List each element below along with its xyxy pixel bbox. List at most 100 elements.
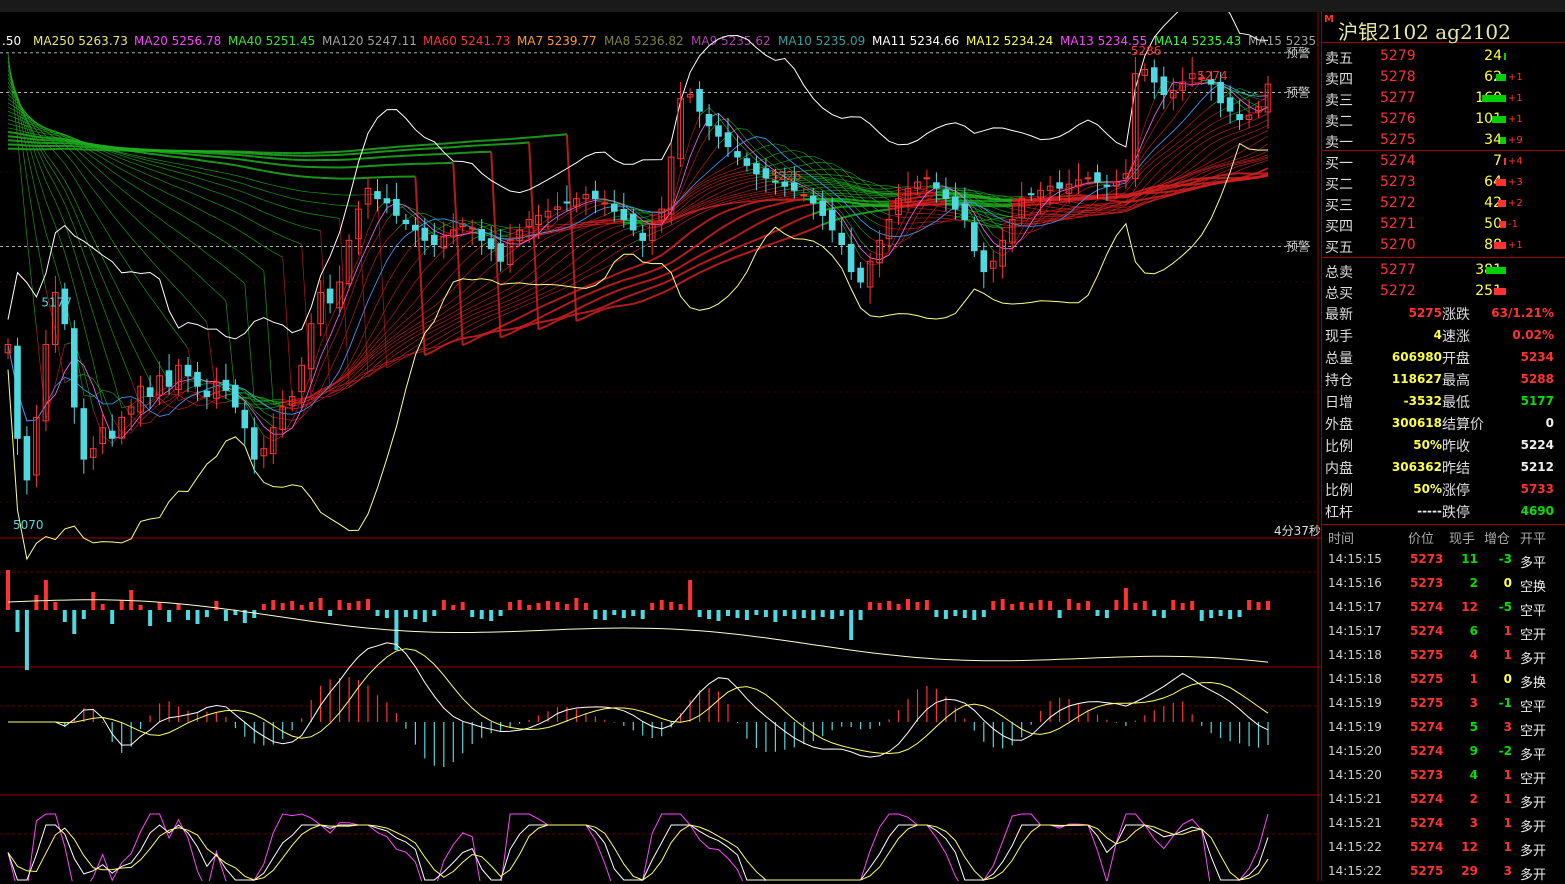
trade-row[interactable]: 14:15:20527341空开 — [1322, 764, 1565, 788]
candle-body — [792, 183, 798, 191]
candle-body — [716, 126, 722, 136]
trade-row[interactable]: 14:15:225275293多开 — [1322, 860, 1565, 884]
book-change: +1 — [1508, 114, 1523, 125]
bid-row[interactable]: 买三527242+2 — [1322, 193, 1565, 214]
volume-bar — [1200, 610, 1204, 621]
trade-row[interactable]: 14:15:16527320空换 — [1322, 572, 1565, 596]
ma-ribbon-line — [283, 159, 293, 160]
ma-ribbon-line — [1069, 199, 1078, 200]
volume-bar — [1029, 603, 1033, 610]
volume-bar — [906, 599, 910, 610]
countdown-timer: 4分37秒 — [1274, 524, 1321, 538]
ask-row[interactable]: 卖二5276101+1 — [1322, 109, 1565, 130]
trade-row[interactable]: 14:15:17527412-5空平 — [1322, 596, 1565, 620]
book-change: +4 — [1508, 156, 1523, 167]
book-label: 卖四 — [1325, 69, 1353, 89]
ma-ribbon-line — [406, 149, 416, 150]
candle-body — [725, 133, 731, 147]
ma-ribbon-line — [889, 203, 898, 204]
ma-ribbon-line — [927, 193, 937, 194]
bid-row[interactable]: 买二527364+3 — [1322, 172, 1565, 193]
volume-bar — [1247, 600, 1251, 610]
ma-ribbon-line — [1164, 191, 1174, 192]
trade-row[interactable]: 14:15:15527311-3多平 — [1322, 548, 1565, 572]
trade-price: 5273 — [1410, 576, 1443, 590]
candle-body — [744, 159, 750, 166]
volume-bar — [328, 610, 332, 616]
volume-bar — [1133, 603, 1137, 610]
volume-bar — [461, 602, 465, 610]
ask-row[interactable]: 卖三5277160+1 — [1322, 88, 1565, 109]
ma-ribbon-line — [1154, 192, 1164, 193]
trade-row[interactable]: 14:15:18527541多开 — [1322, 644, 1565, 668]
candle-body — [24, 437, 30, 480]
book-price: 5270 — [1380, 237, 1416, 253]
trade-row[interactable]: 14:15:18527510多换 — [1322, 668, 1565, 692]
ma-ribbon-line — [368, 166, 378, 167]
ma-ribbon-line — [198, 152, 207, 153]
trade-hand: 2 — [1470, 576, 1478, 590]
ma-legend-item: MA40 5251.45 — [228, 34, 315, 48]
book-price: 5275 — [1380, 132, 1416, 148]
volume-bar — [91, 592, 95, 610]
trade-row[interactable]: 14:15:21527421多开 — [1322, 788, 1565, 812]
trade-row[interactable]: 14:15:19527453空开 — [1322, 716, 1565, 740]
bid-row[interactable]: 买四527150-1 — [1322, 214, 1565, 235]
ask-row[interactable]: 卖四527862+1 — [1322, 67, 1565, 88]
volume-bar — [338, 600, 342, 610]
ma-ribbon-line — [870, 198, 880, 199]
trade-hand: 4 — [1470, 648, 1478, 662]
ask-row[interactable]: 卖一527534+9 — [1322, 130, 1565, 151]
trade-row[interactable]: 14:15:2052749-2多平 — [1322, 740, 1565, 764]
candlestick-chart[interactable]: .50MA250 5263.73MA20 5256.78MA40 5251.45… — [0, 12, 1321, 881]
ma-ribbon-line — [349, 150, 358, 151]
ma-ribbon-line — [1107, 198, 1117, 199]
volume-bar — [120, 600, 124, 610]
volume-bar — [1152, 610, 1156, 616]
volume-bar — [196, 610, 200, 624]
ma-legend-item: MA20 5256.78 — [134, 34, 221, 48]
ma-ribbon-line — [112, 149, 122, 150]
ma-ribbon-line — [472, 141, 482, 142]
volume-bar — [1077, 603, 1081, 610]
candle-body — [829, 210, 835, 230]
ma-ribbon-line — [378, 151, 387, 152]
volume-bar — [224, 610, 228, 621]
ma-ribbon-line — [245, 160, 255, 161]
ma-ribbon-line — [55, 141, 64, 142]
ma-ribbon-line — [226, 154, 236, 155]
stat-value: 4690 — [1521, 504, 1554, 518]
symbol-title[interactable]: 沪银2102 ag2102 — [1338, 16, 1511, 45]
ma-ribbon-line — [349, 159, 358, 160]
volume-bar — [745, 610, 749, 620]
ma-ribbon-line — [434, 148, 444, 149]
stat-label: 涨跌 — [1442, 304, 1470, 324]
book-price: 5271 — [1380, 216, 1416, 232]
bid-row[interactable]: 买一52747+4 — [1322, 151, 1565, 172]
stat-value: 300618 — [1392, 416, 1442, 430]
trade-type: 多开 — [1520, 792, 1546, 811]
ask-row[interactable]: 卖五527924 — [1322, 46, 1565, 67]
trade-price: 5273 — [1410, 768, 1443, 782]
trade-row[interactable]: 14:15:1952753-1空平 — [1322, 692, 1565, 716]
book-label: 总买 — [1325, 283, 1353, 303]
total-row[interactable]: 总买5272251 — [1322, 281, 1565, 302]
ma-ribbon-line — [340, 151, 350, 152]
trade-price: 5275 — [1410, 864, 1443, 878]
alert-label: 预警 — [1286, 239, 1310, 254]
stat-label: 开盘 — [1442, 348, 1470, 368]
trade-time: 14:15:17 — [1328, 624, 1382, 638]
ma-ribbon-line — [235, 155, 244, 156]
book-label: 买四 — [1325, 216, 1353, 236]
trade-price: 5274 — [1410, 792, 1443, 806]
ma-ribbon-line — [264, 158, 274, 159]
volume-bar — [622, 610, 626, 618]
trade-row[interactable]: 14:15:21527431多开 — [1322, 812, 1565, 836]
trade-row[interactable]: 14:15:225274121多开 — [1322, 836, 1565, 860]
volume-bar — [802, 610, 806, 618]
volume-bar — [214, 601, 218, 610]
trade-row[interactable]: 14:15:17527461空开 — [1322, 620, 1565, 644]
volume-bar — [868, 602, 872, 610]
bid-row[interactable]: 买五527088+1 — [1322, 235, 1565, 256]
total-row[interactable]: 总卖5277381 — [1322, 260, 1565, 281]
